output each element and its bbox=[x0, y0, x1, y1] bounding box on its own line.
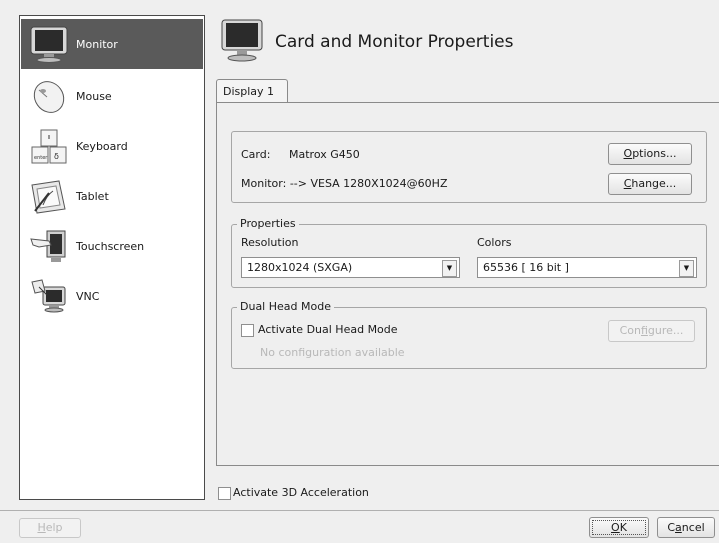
tab-display-1[interactable]: Display 1 bbox=[216, 79, 288, 103]
sidebar-item-label: VNC bbox=[76, 289, 100, 303]
properties-group: Properties Resolution Colors 1280x1024 (… bbox=[231, 217, 707, 288]
configure-button[interactable]: Configure... bbox=[608, 320, 695, 342]
chevron-down-icon: ▼ bbox=[679, 260, 694, 277]
sidebar-item-touchscreen[interactable]: Touchscreen bbox=[21, 221, 203, 271]
tablet-icon bbox=[27, 176, 71, 216]
sidebar-item-monitor[interactable]: Monitor bbox=[21, 19, 203, 69]
dual-head-label: Activate Dual Head Mode bbox=[258, 323, 398, 336]
accel-checkbox[interactable] bbox=[218, 487, 231, 500]
options-button[interactable]: Options... bbox=[608, 143, 692, 165]
sidebar-item-label: Touchscreen bbox=[76, 239, 145, 253]
monitor-icon bbox=[220, 18, 264, 62]
keyboard-icon: enter δ bbox=[27, 126, 71, 166]
card-value: Matrox G450 bbox=[289, 148, 360, 161]
touchscreen-icon bbox=[27, 226, 71, 266]
colors-select[interactable]: 65536 [ 16 bit ] ▼ bbox=[477, 257, 697, 278]
colors-label: Colors bbox=[477, 236, 512, 249]
dual-head-checkbox[interactable] bbox=[241, 324, 254, 337]
sidebar-item-tablet[interactable]: Tablet bbox=[21, 171, 203, 221]
sidebar-item-label: Tablet bbox=[76, 189, 109, 203]
mouse-icon bbox=[27, 76, 71, 116]
change-button[interactable]: Change... bbox=[608, 173, 692, 195]
dual-head-info: No configuration available bbox=[260, 346, 405, 359]
card-group: Card: Matrox G450 Monitor: --> VESA 1280… bbox=[231, 131, 707, 203]
resolution-select[interactable]: 1280x1024 (SXGA) ▼ bbox=[241, 257, 460, 278]
page-title: Card and Monitor Properties bbox=[275, 32, 514, 52]
svg-text:δ: δ bbox=[54, 152, 59, 161]
sidebar-item-label: Monitor bbox=[76, 37, 118, 51]
accel-label: Activate 3D Acceleration bbox=[233, 486, 369, 499]
card-label: Card: bbox=[241, 148, 271, 161]
sidebar: Monitor Mouse enter δ Keyboard Tablet To… bbox=[19, 15, 205, 500]
dual-head-legend: Dual Head Mode bbox=[237, 300, 334, 313]
tab-pane: Card: Matrox G450 Monitor: --> VESA 1280… bbox=[216, 102, 719, 466]
sidebar-item-mouse[interactable]: Mouse bbox=[21, 71, 203, 121]
sidebar-item-vnc[interactable]: VNC bbox=[21, 271, 203, 321]
svg-text:enter: enter bbox=[34, 155, 48, 161]
chevron-down-icon: ▼ bbox=[442, 260, 457, 277]
sidebar-item-label: Keyboard bbox=[76, 139, 128, 153]
sidebar-item-keyboard[interactable]: enter δ Keyboard bbox=[21, 121, 203, 171]
cancel-button[interactable]: Cancel bbox=[657, 517, 715, 538]
ok-button[interactable]: OK bbox=[589, 517, 649, 538]
monitor-value: Monitor: --> VESA 1280X1024@60HZ bbox=[241, 177, 448, 190]
properties-legend: Properties bbox=[237, 217, 299, 230]
footer-divider bbox=[0, 510, 719, 511]
sidebar-item-label: Mouse bbox=[76, 89, 112, 103]
dual-head-group: Dual Head Mode Activate Dual Head Mode N… bbox=[231, 300, 707, 369]
help-button[interactable]: Help bbox=[19, 518, 81, 538]
resolution-label: Resolution bbox=[241, 236, 299, 249]
vnc-icon bbox=[27, 276, 71, 316]
tab-label: Display 1 bbox=[223, 85, 275, 98]
monitor-icon bbox=[27, 24, 71, 64]
